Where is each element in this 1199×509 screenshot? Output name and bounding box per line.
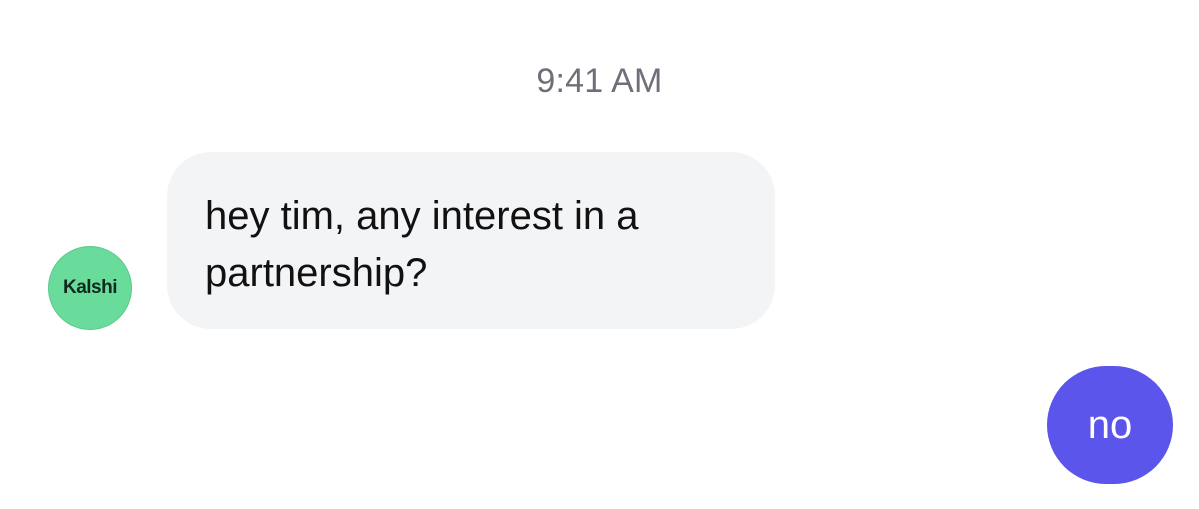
incoming-message-bubble[interactable]: hey tim, any interest in a partnership?: [167, 152, 775, 329]
incoming-message-text: hey tim, any interest in a partnership?: [205, 194, 639, 295]
sender-avatar[interactable]: Kalshi: [48, 246, 132, 330]
sender-avatar-label: Kalshi: [62, 277, 118, 298]
outgoing-message-text: no: [1087, 402, 1133, 447]
outgoing-message-bubble[interactable]: no: [1047, 366, 1173, 484]
message-timestamp: 9:41 AM: [536, 62, 663, 100]
